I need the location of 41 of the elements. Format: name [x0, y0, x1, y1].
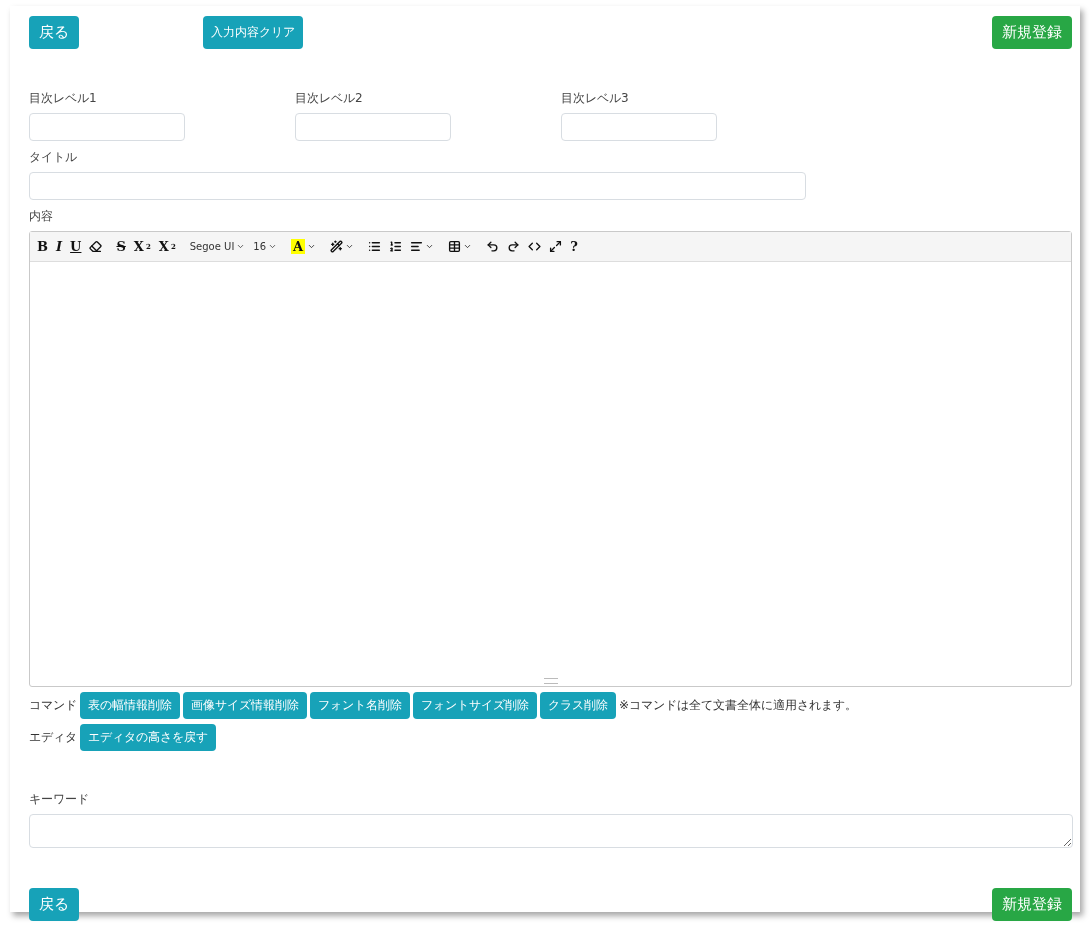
input-field[interactable] — [29, 172, 806, 200]
field-label: タイトル — [29, 149, 78, 166]
magic-icon — [330, 240, 344, 253]
format-button[interactable]: B — [34, 235, 51, 258]
field-label: 目次レベル2 — [295, 90, 364, 107]
table-icon — [448, 240, 462, 253]
input-field[interactable] — [295, 113, 451, 141]
field-label: 内容 — [29, 208, 54, 225]
field-label: 目次レベル1 — [29, 90, 98, 107]
redo-icon — [507, 240, 521, 253]
format-button[interactable]: X$^{2}$ — [130, 235, 154, 258]
ul-icon — [368, 240, 382, 253]
dropdown-button[interactable]: 16 — [250, 235, 281, 258]
resize-handle[interactable] — [543, 678, 558, 684]
caret-icon — [345, 242, 355, 251]
caret-icon — [307, 242, 317, 251]
fullscreen-icon — [549, 240, 563, 253]
code-icon — [528, 240, 542, 253]
caret-icon — [425, 242, 435, 251]
format-button[interactable]: I — [53, 235, 66, 258]
caret-icon — [236, 242, 246, 251]
ol-icon — [389, 240, 403, 253]
dropdown-button[interactable]: Segoe UI — [186, 235, 249, 258]
input-field[interactable] — [561, 113, 717, 141]
format-button[interactable]: S — [113, 235, 129, 258]
color-button[interactable]: A — [288, 235, 320, 258]
caret-icon — [463, 242, 473, 251]
caret-icon — [268, 242, 278, 251]
format-button[interactable]: U — [67, 235, 85, 258]
input-field[interactable] — [29, 113, 185, 141]
note-text: ※コマンドは全て文書全体に適用されます。 — [619, 697, 858, 714]
format-button[interactable]: ? — [567, 235, 581, 258]
row-label: エディタ — [29, 729, 77, 746]
undo-icon — [486, 240, 500, 253]
align-icon — [410, 240, 424, 253]
field-label: キーワード — [29, 791, 90, 808]
eraser-icon — [89, 240, 103, 253]
keyword-field[interactable] — [29, 814, 1073, 848]
color-swatch: A — [291, 239, 306, 254]
field-label: 目次レベル3 — [561, 90, 630, 107]
row-label: コマンド — [29, 697, 77, 714]
